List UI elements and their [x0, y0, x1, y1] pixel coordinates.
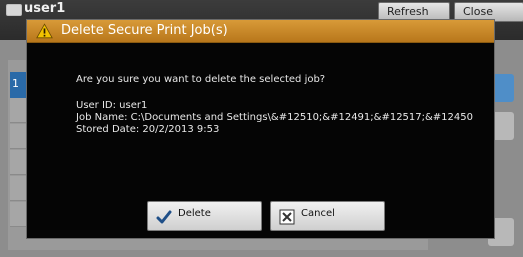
warning-icon	[36, 23, 53, 39]
user-icon	[6, 4, 22, 16]
close-label: Close	[463, 5, 493, 18]
row-number: 1	[12, 77, 19, 90]
dialog-title: Delete Secure Print Job(s)	[61, 23, 228, 38]
delete-label: Delete	[178, 208, 211, 219]
x-box-icon	[279, 209, 295, 225]
refresh-label: Refresh	[387, 5, 429, 18]
user-id-text: User ID: user1	[76, 100, 148, 111]
delete-button[interactable]: Delete	[147, 201, 262, 231]
job-name-text: Job Name: C:\Documents and Settings\&#12…	[76, 112, 473, 123]
background-user-label: user1	[24, 1, 66, 16]
cancel-button[interactable]: Cancel	[270, 201, 385, 231]
stored-date-text: Stored Date: 20/2/2013 9:53	[76, 124, 220, 135]
checkmark-icon	[156, 210, 172, 224]
cancel-label: Cancel	[301, 208, 335, 219]
dialog-title-bar: Delete Secure Print Job(s)	[27, 20, 494, 43]
confirm-question: Are you sure you want to delete the sele…	[76, 74, 326, 85]
delete-confirm-dialog: Delete Secure Print Job(s) Are you sure …	[26, 19, 495, 239]
